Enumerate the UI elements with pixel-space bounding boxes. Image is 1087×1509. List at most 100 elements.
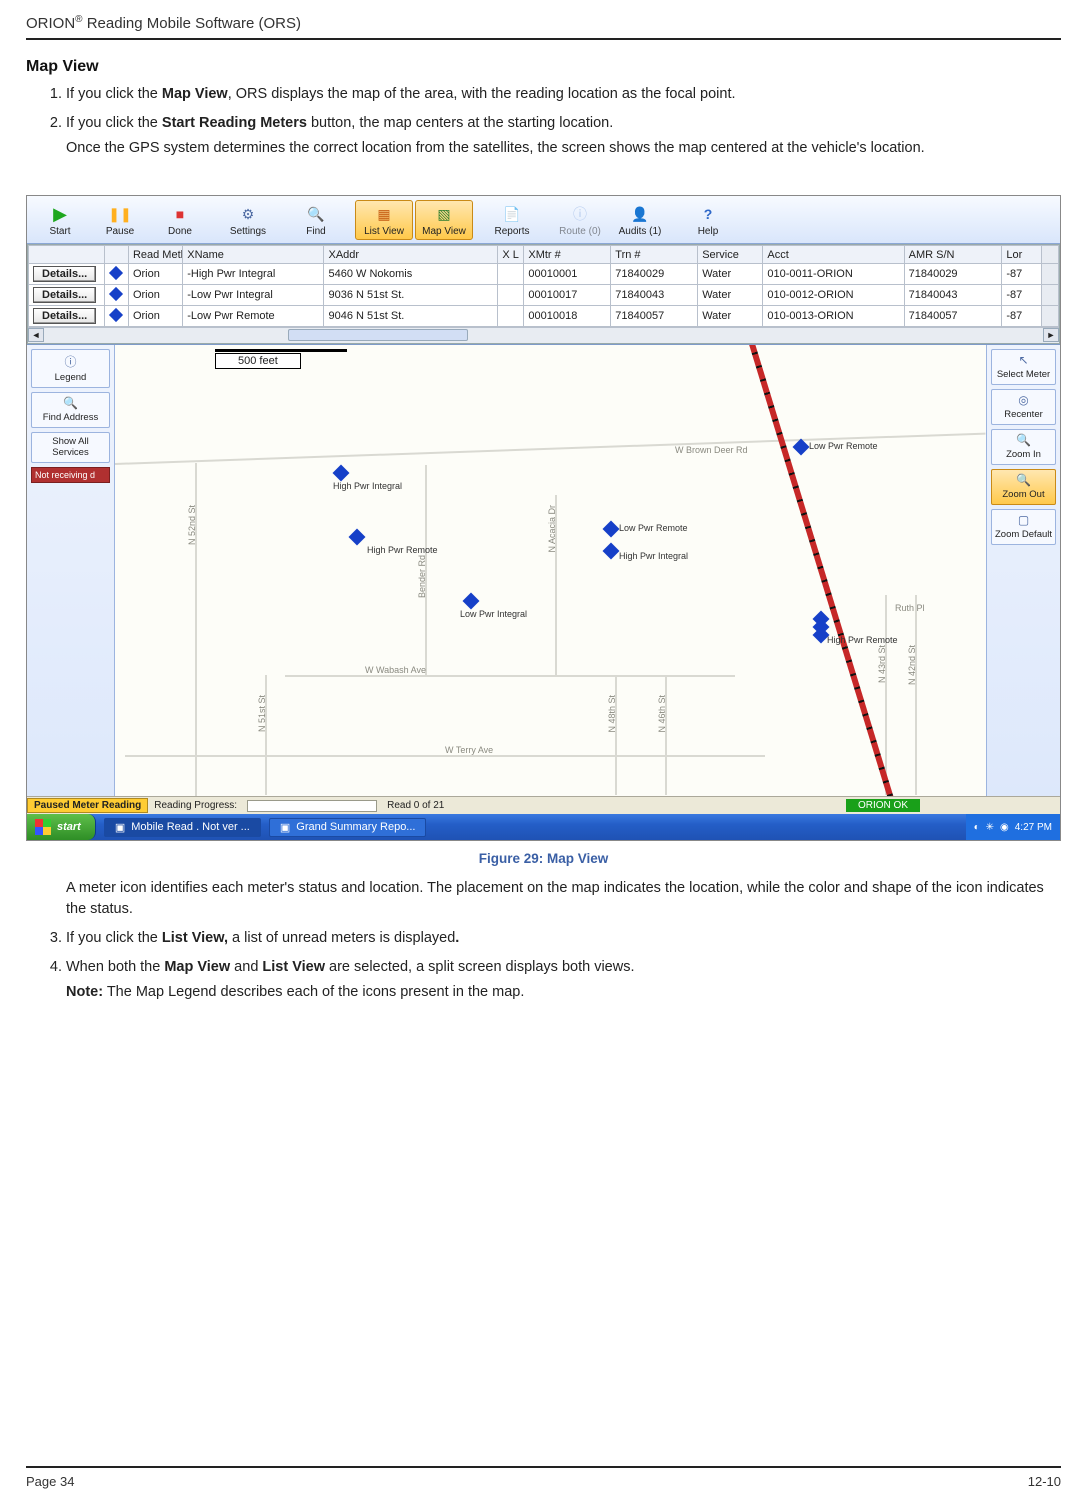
meter-marker[interactable]: [351, 531, 363, 543]
meter-marker[interactable]: [605, 545, 617, 557]
tray-icon[interactable]: ◉: [1000, 822, 1009, 833]
meter-label: High Pwr Remote: [367, 545, 438, 555]
road: [665, 675, 667, 795]
taskbar-app-2[interactable]: ▣Grand Summary Repo...: [269, 818, 427, 837]
street-label: N 52nd St: [187, 505, 197, 545]
scroll-right-arrow-icon[interactable]: ►: [1043, 328, 1059, 342]
table-row[interactable]: Details...Orion-Low Pwr Integral9036 N 5…: [29, 285, 1059, 306]
start-button[interactable]: ▶Start: [31, 200, 89, 240]
step-4: When both the Map View and List View are…: [66, 957, 1061, 1003]
paused-badge: Paused Meter Reading: [27, 798, 148, 813]
figure-caption: Figure 29: Map View: [26, 851, 1061, 866]
list-view-button[interactable]: ▦List View: [355, 200, 413, 240]
map-area: ⓘLegend 🔍Find Address Show All Services …: [27, 344, 1060, 796]
scroll-left-arrow-icon[interactable]: ◄: [28, 328, 44, 342]
meter-grid: Read Method XName XAddr X L XMtr # Trn #…: [28, 245, 1059, 327]
find-button[interactable]: 🔍Find: [287, 200, 345, 240]
zoom-out-button[interactable]: 🔍Zoom Out: [991, 469, 1056, 505]
section-title: Map View: [26, 58, 1061, 76]
steps-list: If you click the Map View, ORS displays …: [26, 84, 1061, 159]
done-button[interactable]: ■Done: [151, 200, 209, 240]
zoom-in-icon: 🔍: [1016, 433, 1031, 447]
road: [915, 595, 917, 795]
cursor-icon: ↖: [1018, 353, 1028, 367]
not-receiving-status: Not receiving d: [31, 467, 110, 483]
map-icon: ▧: [434, 204, 454, 224]
settings-button[interactable]: ⚙Settings: [219, 200, 277, 240]
taskbar-app-1[interactable]: ▣Mobile Read . Not ver ...: [104, 818, 261, 837]
main-toolbar: ▶Start ❚❚Pause ■Done ⚙Settings 🔍Find ▦Li…: [27, 196, 1060, 244]
start-menu-button[interactable]: start: [27, 814, 96, 840]
route-line: [740, 345, 898, 796]
route-button[interactable]: ⓘRoute (0): [551, 200, 609, 240]
street-label: N 42nd St: [907, 645, 917, 685]
map-view-button[interactable]: ▧Map View: [415, 200, 473, 240]
page-footer: Page 34 12-10: [26, 1466, 1061, 1489]
search-icon: 🔍: [63, 396, 78, 410]
doc-header-prefix: ORION: [26, 15, 75, 32]
read-count: Read 0 of 21: [381, 800, 450, 811]
steps-list-2: If you click the List View, a list of un…: [26, 928, 1061, 1003]
stop-icon: ■: [170, 204, 190, 224]
step-1: If you click the Map View, ORS displays …: [66, 84, 1061, 105]
zoom-in-button[interactable]: 🔍Zoom In: [991, 429, 1056, 465]
zoom-default-button[interactable]: ▢Zoom Default: [991, 509, 1056, 545]
page-number-right: 12-10: [1028, 1474, 1061, 1489]
diamond-icon: [109, 307, 123, 321]
app-icon: ▣: [115, 821, 125, 834]
doc-header-suffix: Reading Mobile Software (ORS): [83, 15, 301, 32]
table-row[interactable]: Details...Orion-High Pwr Integral5460 W …: [29, 264, 1059, 285]
play-icon: ▶: [50, 204, 70, 224]
tray-icon[interactable]: ◐: [974, 822, 980, 833]
street-label: W Brown Deer Rd: [675, 445, 748, 455]
reports-button[interactable]: 📄Reports: [483, 200, 541, 240]
status-bar: Paused Meter Reading Reading Progress: R…: [27, 796, 1060, 814]
pause-button[interactable]: ❚❚Pause: [91, 200, 149, 240]
zoom-default-icon: ▢: [1018, 513, 1029, 527]
details-button[interactable]: Details...: [33, 287, 96, 303]
street-label: N Acacia Dr: [547, 505, 557, 553]
street-label: W Wabash Ave: [365, 665, 426, 675]
legend-button[interactable]: ⓘLegend: [31, 349, 110, 388]
zoom-out-icon: 🔍: [1016, 473, 1031, 487]
select-meter-button[interactable]: ↖Select Meter: [991, 349, 1056, 385]
street-label: N 51st St: [257, 695, 267, 732]
audits-button[interactable]: 👤Audits (1): [611, 200, 669, 240]
tray-icon[interactable]: ✳: [986, 822, 994, 833]
details-button[interactable]: Details...: [33, 308, 96, 324]
reading-progress-label: Reading Progress:: [148, 800, 243, 811]
meter-marker[interactable]: [815, 629, 827, 641]
help-button[interactable]: ?Help: [679, 200, 737, 240]
right-sidebar: ↖Select Meter ◎Recenter 🔍Zoom In 🔍Zoom O…: [986, 345, 1060, 796]
meter-label: Low Pwr Integral: [460, 609, 527, 619]
meter-label: Low Pwr Remote: [809, 441, 878, 451]
recenter-button[interactable]: ◎Recenter: [991, 389, 1056, 425]
meter-label: High Pwr Remote: [827, 635, 898, 645]
report-icon: 📄: [502, 204, 522, 224]
meter-label: High Pwr Integral: [333, 481, 402, 491]
meter-icon-paragraph: A meter icon identifies each meter's sta…: [66, 878, 1061, 920]
road: [285, 675, 735, 677]
meter-marker[interactable]: [335, 467, 347, 479]
table-row[interactable]: Details...Orion-Low Pwr Remote9046 N 51s…: [29, 306, 1059, 327]
scroll-thumb[interactable]: [288, 329, 468, 341]
system-tray[interactable]: ◐ ✳ ◉ 4:27 PM: [966, 814, 1060, 840]
app-screenshot: ▶Start ❚❚Pause ■Done ⚙Settings 🔍Find ▦Li…: [26, 195, 1061, 841]
pause-icon: ❚❚: [110, 204, 130, 224]
step-2: If you click the Start Reading Meters bu…: [66, 113, 1061, 159]
map-canvas[interactable]: 500 feet W Brown Deer Rd W Wabash Ave: [115, 345, 986, 796]
registered-mark: ®: [75, 14, 82, 25]
note-text: The Map Legend describes each of the ico…: [103, 984, 524, 1000]
info-icon: ⓘ: [64, 353, 76, 370]
scale-label: 500 feet: [215, 353, 301, 369]
meter-marker[interactable]: [465, 595, 477, 607]
step-3: If you click the List View, a list of un…: [66, 928, 1061, 949]
grid-horizontal-scrollbar[interactable]: ◄ ►: [28, 327, 1059, 343]
find-address-button[interactable]: 🔍Find Address: [31, 392, 110, 428]
meter-marker[interactable]: [795, 441, 807, 453]
details-button[interactable]: Details...: [33, 266, 96, 282]
orion-ok-badge: ORION OK: [846, 799, 920, 812]
meter-marker[interactable]: [605, 523, 617, 535]
recenter-icon: ◎: [1018, 393, 1028, 407]
show-all-services-button[interactable]: Show All Services: [31, 432, 110, 463]
